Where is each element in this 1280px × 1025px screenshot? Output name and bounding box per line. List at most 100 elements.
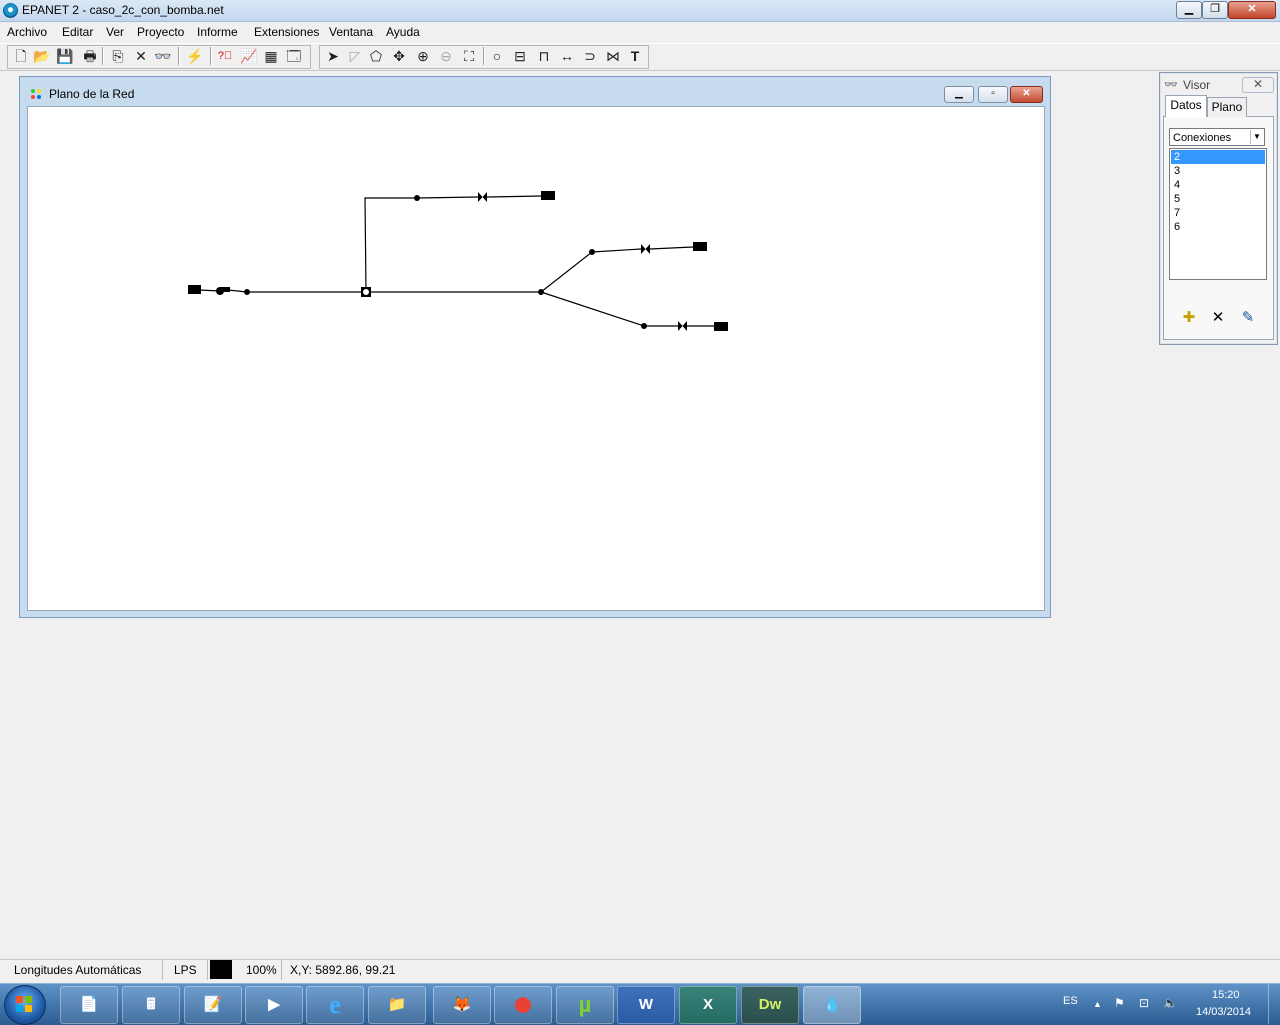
add-object-button[interactable]: ✚ — [1178, 308, 1200, 328]
new-icon[interactable]: 🗋 — [11, 46, 31, 66]
pipe — [364, 197, 417, 293]
tank-node — [693, 242, 707, 251]
browser-close-button[interactable]: ✕ — [1242, 77, 1274, 93]
add-label-icon[interactable]: T — [625, 46, 645, 66]
select-icon[interactable]: ➤ — [323, 46, 343, 66]
volume-icon[interactable]: 🔈 — [1163, 996, 1178, 1010]
file-explorer-app[interactable]: 📄 — [60, 986, 118, 1024]
menu-ventana[interactable]: Ventana — [329, 25, 373, 39]
tank-node — [541, 191, 555, 200]
media-player-app[interactable]: ▶ — [245, 986, 303, 1024]
tank-node — [714, 322, 728, 331]
pipe — [486, 195, 542, 198]
find-icon[interactable]: 👓 — [153, 46, 173, 66]
pan-icon[interactable]: ✥ — [389, 46, 409, 66]
add-tank-icon[interactable]: ⊓ — [534, 46, 554, 66]
menu-informe[interactable]: Informe — [197, 25, 238, 39]
print-icon[interactable]: 🖶 — [80, 46, 100, 66]
browser-title: Visor — [1183, 78, 1211, 92]
junction-node — [538, 289, 544, 295]
menu-bar: Archivo Editar Ver Proyecto Informe Exte… — [0, 22, 1280, 42]
list-item[interactable]: 2 — [1171, 150, 1265, 164]
junction-node — [641, 323, 647, 329]
table-icon[interactable]: ▦ — [261, 46, 281, 66]
add-reservoir-icon[interactable]: ⊟ — [510, 46, 530, 66]
full-extent-icon[interactable]: ⛶ — [459, 46, 479, 66]
menu-ver[interactable]: Ver — [106, 25, 124, 39]
internet-explorer-app[interactable]: e — [306, 986, 364, 1024]
copy-icon[interactable]: ⎘ — [108, 46, 128, 66]
chevron-down-icon[interactable]: ▼ — [1250, 130, 1263, 144]
add-valve-icon[interactable]: ⋈ — [603, 46, 623, 66]
binoculars-icon: 👓 — [1164, 79, 1178, 91]
tab-plano[interactable]: Plano — [1207, 97, 1247, 117]
zoom-status: 100% — [240, 960, 282, 980]
save-icon[interactable]: 💾 — [55, 46, 75, 66]
network-icon[interactable]: ⊡ — [1139, 996, 1149, 1010]
toolbar-separator — [102, 47, 104, 65]
list-item[interactable]: 4 — [1171, 178, 1265, 192]
action-center-icon[interactable]: ⚑ — [1114, 996, 1125, 1010]
network-map-canvas[interactable] — [27, 106, 1045, 611]
dreamweaver-app[interactable]: Dw — [741, 986, 799, 1024]
chevron-up-icon[interactable]: ▲ — [1093, 999, 1102, 1009]
pipe — [540, 291, 645, 327]
chrome-app[interactable]: ⬤ — [494, 986, 552, 1024]
word-app[interactable]: W — [617, 986, 675, 1024]
add-pump-icon[interactable]: ⊃ — [580, 46, 600, 66]
graph-icon[interactable]: 📈 — [239, 46, 259, 66]
maximize-button[interactable]: ❐ — [1202, 1, 1228, 19]
map-minimize-button[interactable]: ▁ — [944, 86, 974, 103]
pipe — [416, 196, 479, 199]
flow-units-status: LPS — [168, 960, 208, 980]
list-item[interactable]: 7 — [1171, 206, 1265, 220]
list-item[interactable]: 5 — [1171, 192, 1265, 206]
tab-datos[interactable]: Datos — [1165, 95, 1207, 117]
clock-time[interactable]: 15:20 — [1212, 989, 1240, 1001]
show-desktop-button[interactable] — [1268, 984, 1280, 1024]
folder-app[interactable]: 📁 — [368, 986, 426, 1024]
open-icon[interactable]: 📂 — [32, 46, 52, 66]
edit-object-button[interactable]: ✎ — [1237, 308, 1259, 328]
selected-junction-marker — [363, 289, 369, 295]
toolbar-separator — [178, 47, 180, 65]
options-icon[interactable]: 🗔 — [284, 46, 304, 66]
map-restore-button[interactable]: ▫ — [978, 86, 1008, 103]
notepad-app[interactable]: 📝 — [184, 986, 242, 1024]
calculator-app[interactable]: 🖩 — [122, 986, 180, 1024]
query-icon[interactable]: ?⃞ — [215, 46, 235, 66]
auto-length-status[interactable]: Longitudes Automáticas Off — [8, 960, 163, 997]
select-vertex-icon[interactable]: ◸ — [345, 46, 365, 66]
menu-extensiones[interactable]: Extensiones — [254, 25, 319, 39]
epanet-app[interactable]: 💧 — [803, 986, 861, 1024]
excel-app[interactable]: X — [679, 986, 737, 1024]
menu-ayuda[interactable]: Ayuda — [386, 25, 420, 39]
epanet-app-icon — [3, 3, 18, 18]
firefox-app[interactable]: 🦊 — [433, 986, 491, 1024]
menu-archivo[interactable]: Archivo — [7, 25, 47, 39]
delete-icon[interactable]: ✕ — [131, 46, 151, 66]
map-close-button[interactable]: ✕ — [1010, 86, 1043, 103]
zoom-out-icon[interactable]: ⊖ — [436, 46, 456, 66]
minimize-button[interactable]: ▁ — [1176, 1, 1202, 19]
add-junction-icon[interactable]: ○ — [487, 46, 507, 66]
close-button[interactable]: ✕ — [1228, 1, 1276, 19]
zoom-in-icon[interactable]: ⊕ — [413, 46, 433, 66]
pipe — [540, 251, 593, 293]
language-indicator[interactable]: ES — [1063, 995, 1078, 1007]
run-icon[interactable]: ⚡ — [185, 46, 205, 66]
menu-editar[interactable]: Editar — [62, 25, 93, 39]
list-item[interactable]: 6 — [1171, 220, 1265, 234]
list-item[interactable]: 3 — [1171, 164, 1265, 178]
utorrent-app[interactable]: µ — [556, 986, 614, 1024]
pipe — [649, 246, 694, 250]
menu-proyecto[interactable]: Proyecto — [137, 25, 184, 39]
valve-link — [678, 321, 687, 331]
junction-node — [244, 289, 250, 295]
toolbar-separator — [483, 47, 485, 65]
add-pipe-icon[interactable]: ↔ — [557, 46, 577, 66]
clock-date[interactable]: 14/03/2014 — [1196, 1006, 1251, 1018]
select-region-icon[interactable]: ⬠ — [366, 46, 386, 66]
delete-object-button[interactable]: ✕ — [1207, 308, 1229, 328]
valve-link — [478, 192, 487, 202]
